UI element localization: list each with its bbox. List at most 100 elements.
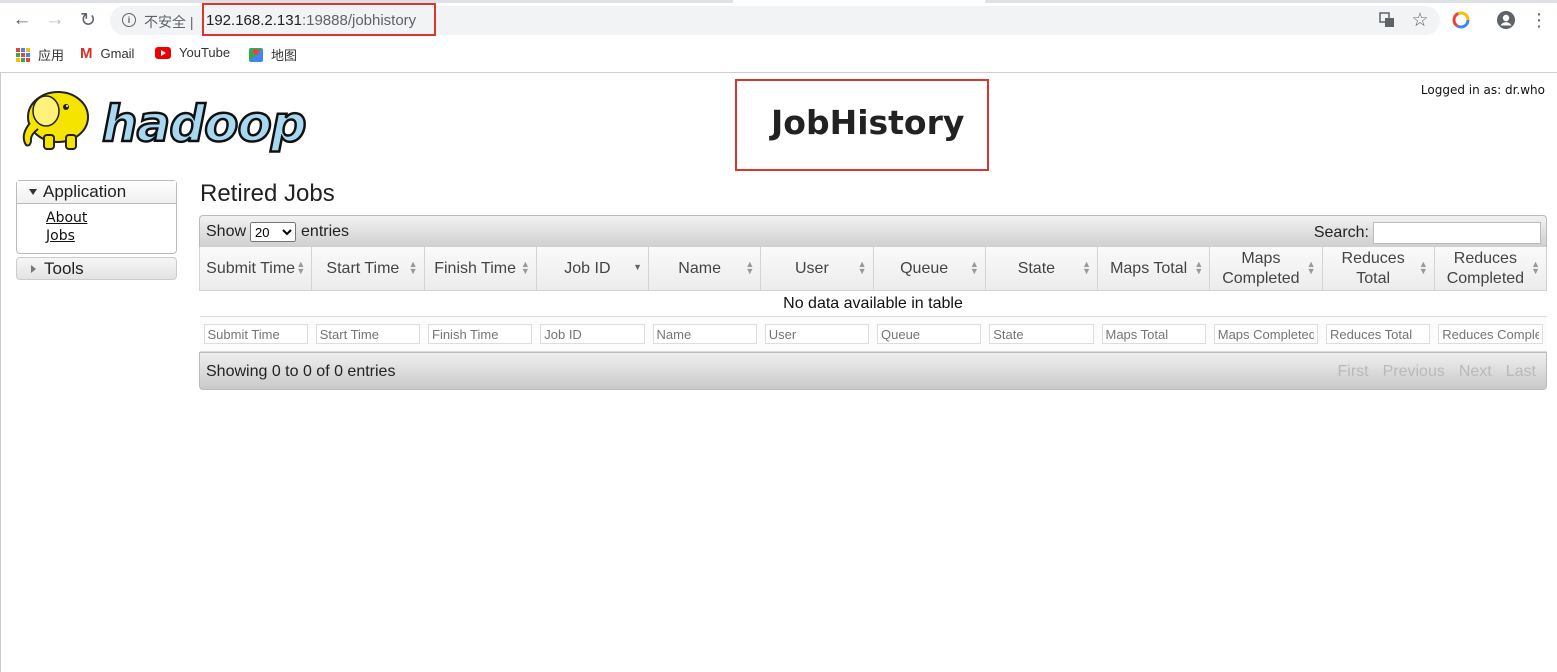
insecure-label: 不安全 | [144,14,194,30]
sidebar-tools-header[interactable]: Tools [16,257,177,280]
filter-cell [536,316,649,352]
filter-cell [873,316,986,352]
column-header-label: Reduces [1341,249,1405,267]
table-info: Showing 0 to 0 of 0 entries [206,363,396,380]
column-filter-input[interactable] [1438,324,1543,344]
column-header[interactable]: User ▲ ▼ [760,247,874,291]
table-empty-row: No data available in table [200,291,1547,317]
jobs-table: Submit Time ▲ ▼ Start Time ▲ ▼ Finish Time ▲ ▼ Jo… [198,247,1548,352]
column-filter-input[interactable] [315,324,420,344]
column-header-label: Maps Total [1110,259,1188,277]
search-input[interactable] [1373,222,1541,244]
column-header[interactable]: Maps Total ▲ ▼ [1096,247,1211,291]
column-header[interactable]: Finish Time ▲ ▼ [423,247,537,291]
column-header[interactable]: Job ID ▼ [535,247,650,291]
column-header-label: Completed [1446,269,1525,287]
column-filter-input[interactable] [1213,324,1318,344]
column-header-label: Completed [1222,269,1300,287]
column-header[interactable]: Queue ▲ ▼ [872,247,986,291]
browser-toolbar: ← → ↻ i 不安全 | 192.168.2.131:19888/jobhis… [0,0,1557,73]
url-text[interactable]: 192.168.2.131:19888/jobhistory [206,12,416,29]
column-filter-input[interactable] [1101,324,1206,344]
column-header[interactable]: State ▲ ▼ [984,247,1099,291]
column-header[interactable]: Maps Completed ▲ ▼ [1209,247,1323,291]
column-header-label: Queue [900,259,949,277]
sort-both-icon: ▲ ▼ [969,259,979,276]
column-header-label: Name [678,259,721,277]
column-header[interactable]: Start Time ▲ ▼ [311,247,425,291]
bookmark-label: 地图 [271,48,298,63]
column-header[interactable]: Reduces Total ▲ ▼ [1321,247,1435,291]
search-label: Search: [1313,224,1369,241]
sidebar-application-panel: Application About Jobs [16,180,177,254]
page-content: hadoop JobHistory Logged in as: dr.who A… [0,73,1557,672]
bookmark-label: 应用 [38,48,65,63]
sidebar-link-about[interactable]: About [46,209,176,227]
sidebar-application-header[interactable]: Application [17,181,176,204]
column-filter-input[interactable] [877,324,982,344]
column-header[interactable]: Submit Time ▲ ▼ [198,247,313,291]
pagination-next[interactable]: Next [1459,363,1492,381]
pagination-last[interactable]: Last [1506,363,1536,381]
youtube-icon [155,46,171,59]
column-filter-input[interactable] [540,324,645,344]
column-header[interactable]: Reduces Completed ▲ ▼ [1433,247,1548,291]
bookmark-gmail[interactable]: M Gmail [80,45,134,62]
info-icon[interactable]: i [122,13,136,27]
page-length-select[interactable]: 20 [250,222,297,242]
sort-both-icon: ▲ ▼ [1531,259,1540,276]
maps-icon [249,47,263,62]
column-filter-input[interactable] [428,324,533,344]
hadoop-logo[interactable]: hadoop [16,83,322,157]
bookmark-youtube[interactable]: YouTube [155,45,230,60]
table-footer: Showing 0 to 0 of 0 entries First Previo… [199,352,1547,390]
column-filter-input[interactable] [989,324,1094,344]
sort-both-icon: ▲ ▼ [296,259,306,276]
translate-icon[interactable] [1377,10,1397,30]
back-arrow-icon[interactable]: ← [10,8,34,32]
column-header-label: Job ID [564,259,611,277]
column-filter-input[interactable] [652,324,757,344]
pagination-first[interactable]: First [1337,363,1368,381]
column-filter-input[interactable] [203,324,308,344]
sidebar-tools-label: Tools [44,258,84,278]
sort-both-icon: ▲ ▼ [745,259,755,276]
logo-wordmark: hadoop [102,95,306,153]
filter-cell [424,316,537,352]
filter-cell [1097,316,1210,352]
table-toolbar: Show 20 entries Search: [199,215,1547,247]
column-header-label: State [1017,259,1056,277]
page-length-control: Show 20 entries [206,222,349,242]
filter-cell [1209,316,1322,352]
sort-both-icon: ▲ ▼ [1418,259,1428,276]
sort-both-icon: ▲ ▼ [857,259,867,276]
apps-grid-icon [16,47,30,62]
section-title: Retired Jobs [200,180,335,207]
forward-arrow-icon[interactable]: → [43,8,67,32]
entries-label: entries [301,223,350,240]
table-header-row: Submit Time ▲ ▼ Start Time ▲ ▼ Finish Time ▲ ▼ Jo… [198,247,1548,291]
bookmarks-bar: 应用 M Gmail YouTube 地图 [0,40,1557,68]
pagination: First Previous Next Last [1337,363,1536,381]
bookmark-star-icon[interactable]: ☆ [1410,10,1430,31]
sidebar-application-label: Application [43,182,127,201]
chrome-extension-icon[interactable] [1451,10,1471,30]
menu-kebab-icon[interactable]: ⋮ [1529,10,1549,30]
bookmark-apps[interactable]: 应用 [16,45,64,64]
pagination-previous[interactable]: Previous [1383,363,1445,381]
profile-avatar-icon[interactable] [1496,10,1516,30]
search-control: Search: [1314,222,1541,244]
column-header[interactable]: Name ▲ ▼ [647,247,762,291]
column-filter-input[interactable] [764,324,869,344]
sort-both-icon: ▲ ▼ [1194,259,1204,276]
sidebar-link-jobs[interactable]: Jobs [46,227,176,245]
reload-icon[interactable]: ↻ [76,8,100,32]
column-filter-input[interactable] [1326,324,1431,344]
filter-cell [199,316,312,352]
sort-both-icon: ▲ ▼ [408,259,418,276]
column-header-label: User [794,259,829,277]
empty-message: No data available in table [783,294,963,312]
filter-cell [760,316,873,352]
bookmark-maps[interactable]: 地图 [249,45,297,64]
filter-cell [1434,316,1547,352]
